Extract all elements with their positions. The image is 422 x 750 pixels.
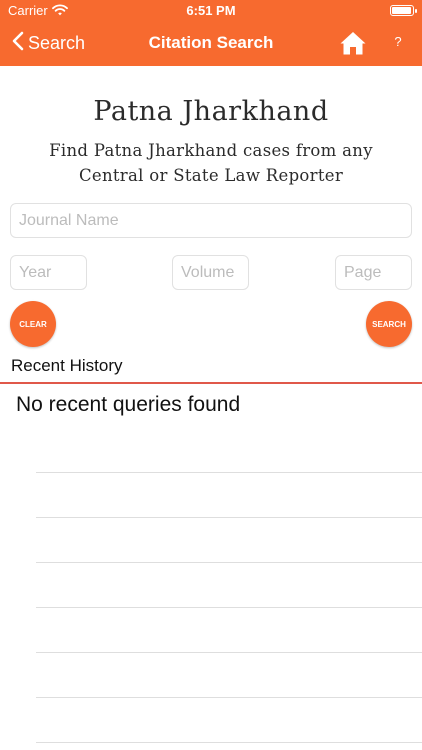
- year-input[interactable]: [10, 255, 87, 290]
- status-bar: Carrier 6:51 PM: [0, 0, 422, 22]
- clock: 6:51 PM: [186, 3, 236, 18]
- page-input[interactable]: [335, 255, 412, 290]
- list-row-separator: [36, 742, 422, 743]
- list-row-separator: [36, 652, 422, 653]
- search-button[interactable]: SEARCH: [366, 301, 412, 347]
- empty-history-message: No recent queries found: [16, 393, 241, 416]
- back-button[interactable]: Search: [12, 31, 85, 55]
- back-label: Search: [28, 32, 86, 53]
- list-row-separator: [36, 472, 422, 473]
- help-button[interactable]: ?: [391, 34, 405, 49]
- battery-icon: [390, 5, 417, 16]
- battery-level: [392, 7, 411, 14]
- tagline: Find Patna Jharkhand cases from any Cent…: [10, 138, 412, 188]
- list-row-separator: [36, 562, 422, 563]
- tagline-line-1: Find Patna Jharkhand cases from any: [49, 141, 373, 160]
- clear-button[interactable]: CLEAR: [10, 301, 56, 347]
- list-row-separator: [36, 697, 422, 698]
- list-row-separator: [36, 607, 422, 608]
- recent-history-heading: Recent History: [11, 356, 123, 375]
- list-row-separator: [36, 517, 422, 518]
- chevron-left-icon: [12, 31, 24, 56]
- brand-title: Patna Jharkhand: [93, 96, 329, 127]
- tagline-line-2: Central or State Law Reporter: [78, 166, 344, 185]
- volume-input[interactable]: [172, 255, 249, 290]
- divider: [0, 382, 422, 384]
- journal-name-input[interactable]: [10, 203, 412, 238]
- home-icon[interactable]: [339, 30, 367, 61]
- navigation-header: Carrier 6:51 PM Search Citation Search ?: [0, 0, 422, 66]
